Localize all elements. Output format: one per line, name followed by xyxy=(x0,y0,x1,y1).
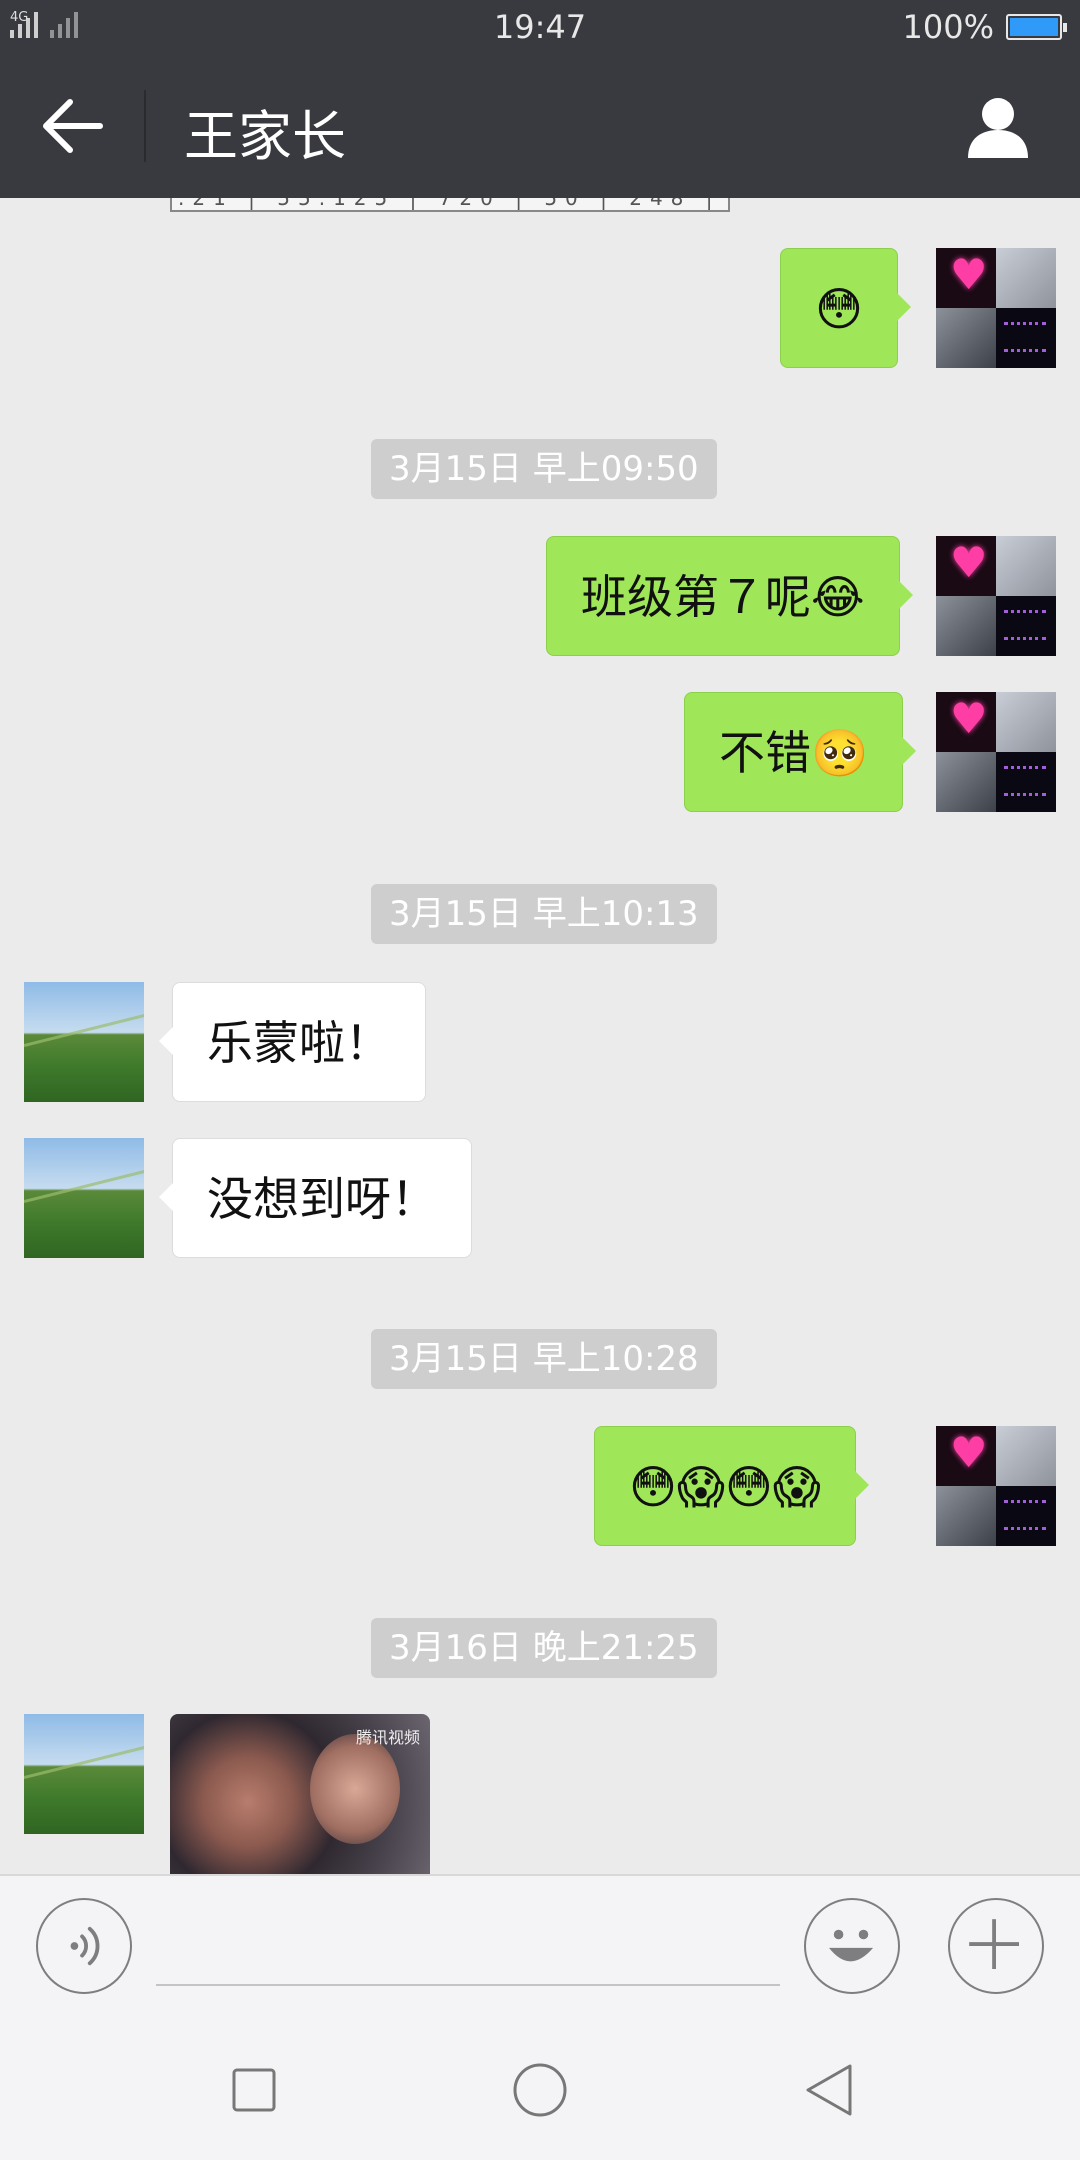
voice-icon xyxy=(70,1926,100,1966)
emoji-button[interactable] xyxy=(804,1898,900,1994)
outgoing-message-bubble[interactable]: 不错🥺 xyxy=(684,692,917,812)
outgoing-message-bubble[interactable]: 班级第７呢😂 xyxy=(546,536,913,656)
avatar[interactable] xyxy=(936,1426,1056,1546)
battery-percent: 100% xyxy=(902,8,994,46)
battery-icon xyxy=(1006,14,1067,40)
system-nav-bar xyxy=(0,2016,1080,2160)
image-message-fragment[interactable]: .21 | 55.125 | 720 | 50 | 248 | 64 | 5 xyxy=(170,198,730,212)
circle-icon[interactable] xyxy=(508,2058,572,2122)
triangle-back-icon[interactable] xyxy=(800,2058,864,2122)
timestamp-chip: 3月15日 早上09:50 xyxy=(371,439,717,499)
plus-icon xyxy=(969,1919,1019,1969)
outgoing-message-bubble[interactable]: 😳 xyxy=(780,248,911,368)
avatar[interactable] xyxy=(24,1714,144,1834)
message-input-bar xyxy=(0,1874,1080,2016)
video-watermark: 腾讯视频 xyxy=(355,1728,420,1747)
more-button[interactable] xyxy=(948,1898,1044,1994)
outgoing-message-bubble[interactable]: 😳😱😳😱 xyxy=(594,1426,869,1546)
avatar[interactable] xyxy=(936,248,1056,368)
arrow-left-icon[interactable] xyxy=(40,96,106,156)
chat-message-list[interactable]: .21 | 55.125 | 720 | 50 | 248 | 64 | 5 😳… xyxy=(0,198,1080,1874)
status-bar: 4G 19:47 100% xyxy=(0,0,1080,54)
message-text: 没想到呀！ xyxy=(207,1172,437,1226)
avatar[interactable] xyxy=(24,982,144,1102)
video-message-thumbnail[interactable]: 腾讯视频 xyxy=(170,1714,430,1874)
message-text: 😳😱😳😱 xyxy=(629,1460,821,1514)
message-text: 班级第７呢😂 xyxy=(581,570,865,624)
incoming-message-bubble[interactable]: 没想到呀！ xyxy=(159,1138,472,1258)
header-divider xyxy=(144,90,146,162)
timestamp-chip: 3月15日 早上10:13 xyxy=(371,884,717,944)
smiley-icon xyxy=(829,1929,874,1962)
message-text: 😳 xyxy=(815,282,863,336)
timestamp-chip: 3月15日 早上10:28 xyxy=(371,1329,717,1389)
message-input[interactable] xyxy=(156,1916,780,1986)
message-text: 不错🥺 xyxy=(719,726,869,780)
timestamp-chip: 3月16日 晚上21:25 xyxy=(371,1618,717,1678)
square-icon[interactable] xyxy=(222,2058,286,2122)
person-icon[interactable] xyxy=(964,92,1032,160)
chat-title: 王家长 xyxy=(184,105,346,168)
avatar[interactable] xyxy=(936,536,1056,656)
incoming-message-bubble[interactable]: 乐蒙啦！ xyxy=(159,982,426,1102)
message-text: 乐蒙啦！ xyxy=(207,1016,391,1070)
avatar[interactable] xyxy=(24,1138,144,1258)
avatar[interactable] xyxy=(936,692,1056,812)
voice-button[interactable] xyxy=(36,1898,132,1994)
chat-header: 王家长 xyxy=(0,54,1080,198)
